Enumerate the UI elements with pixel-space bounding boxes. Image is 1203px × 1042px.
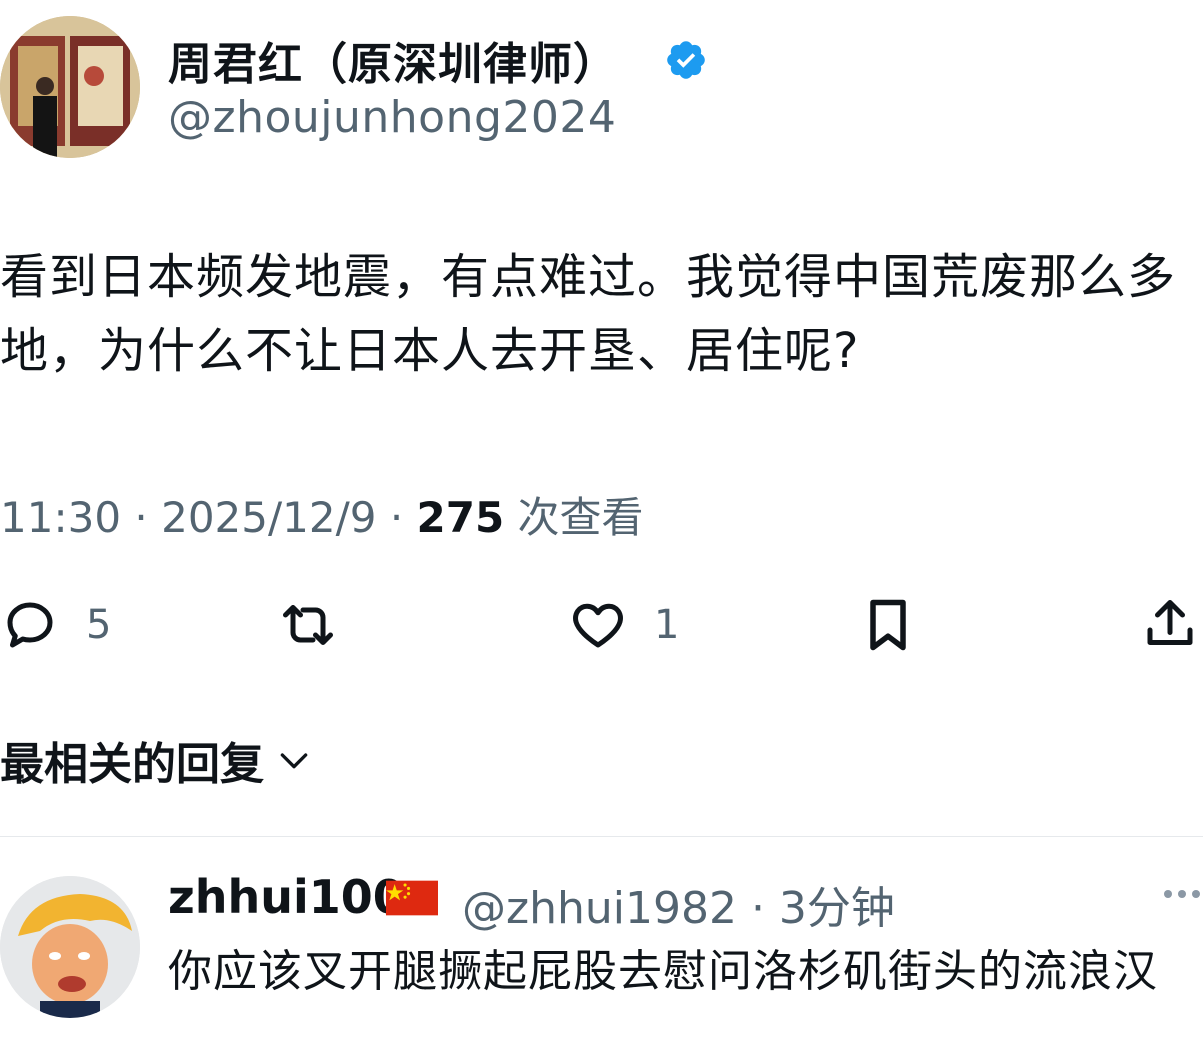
- replies-sort-label: 最相关的回复: [0, 739, 264, 790]
- china-flag-icon: [386, 880, 438, 916]
- like-count: 1: [654, 602, 680, 648]
- bookmark-button[interactable]: [858, 590, 918, 660]
- bookmark-icon: [870, 599, 906, 651]
- more-dots-icon[interactable]: [1162, 884, 1202, 904]
- meta-separator: ·: [376, 493, 417, 542]
- views-label: 次查看: [504, 493, 644, 542]
- retweet-button[interactable]: [278, 590, 338, 660]
- like-button[interactable]: 1: [568, 590, 679, 660]
- retweet-icon: [283, 605, 333, 645]
- tweet-time[interactable]: 11:30: [0, 493, 121, 542]
- tweet-text: 看到日本频发地震，有点难过。我觉得中国荒废那么多地，为什么不让日本人去开垦、居住…: [0, 249, 1177, 379]
- verified-badge-icon: [664, 38, 708, 82]
- share-button[interactable]: [1140, 590, 1200, 660]
- reply-text: 你应该叉开腿撅起屁股去慰问洛杉矶街头的流浪汉: [168, 946, 1158, 997]
- views-count: 275: [416, 493, 505, 542]
- reply-author-avatar[interactable]: [0, 876, 140, 1018]
- like-icon: [573, 603, 623, 648]
- replies-sort-dropdown[interactable]: 最相关的回复: [0, 728, 314, 792]
- author-handle[interactable]: @zhoujunhong2024: [168, 92, 616, 143]
- reply-button[interactable]: 5: [0, 590, 111, 660]
- author-avatar[interactable]: [0, 16, 140, 158]
- tweet-date[interactable]: 2025/12/9: [161, 493, 376, 542]
- reply-author-name[interactable]: zhhui100: [168, 870, 405, 924]
- tweet-meta: 11:30 · 2025/12/9 · 275 次查看: [0, 484, 644, 545]
- chevron-down-icon: [280, 753, 308, 769]
- reply-handle-time[interactable]: @zhhui1982 · 3分钟: [462, 872, 895, 936]
- meta-separator: ·: [121, 493, 162, 542]
- divider: [0, 836, 1203, 837]
- share-icon: [1147, 600, 1193, 645]
- reply-count: 5: [86, 602, 112, 648]
- author-name[interactable]: 周君红（原深圳律师）: [168, 28, 618, 92]
- reply-icon: [7, 602, 53, 648]
